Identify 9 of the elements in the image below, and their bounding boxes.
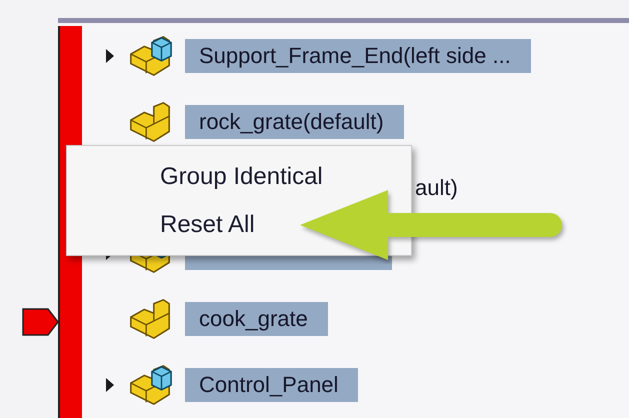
expand-arrow-icon[interactable] [105, 377, 115, 394]
expand-arrow-icon[interactable] [105, 48, 115, 64]
tree-item-label[interactable]: Support_Frame_End(left side ... [185, 38, 531, 73]
tree-item-label[interactable]: rock_grate(default) [185, 104, 404, 139]
tree-item-label[interactable]: ault) [415, 170, 478, 205]
rollback-marker-icon[interactable] [22, 308, 59, 336]
tree-item-label[interactable]: cook_grate [185, 302, 328, 336]
menu-item[interactable]: Group Identical [67, 160, 411, 194]
tree-item-label[interactable]: Control_Panel [185, 368, 358, 402]
